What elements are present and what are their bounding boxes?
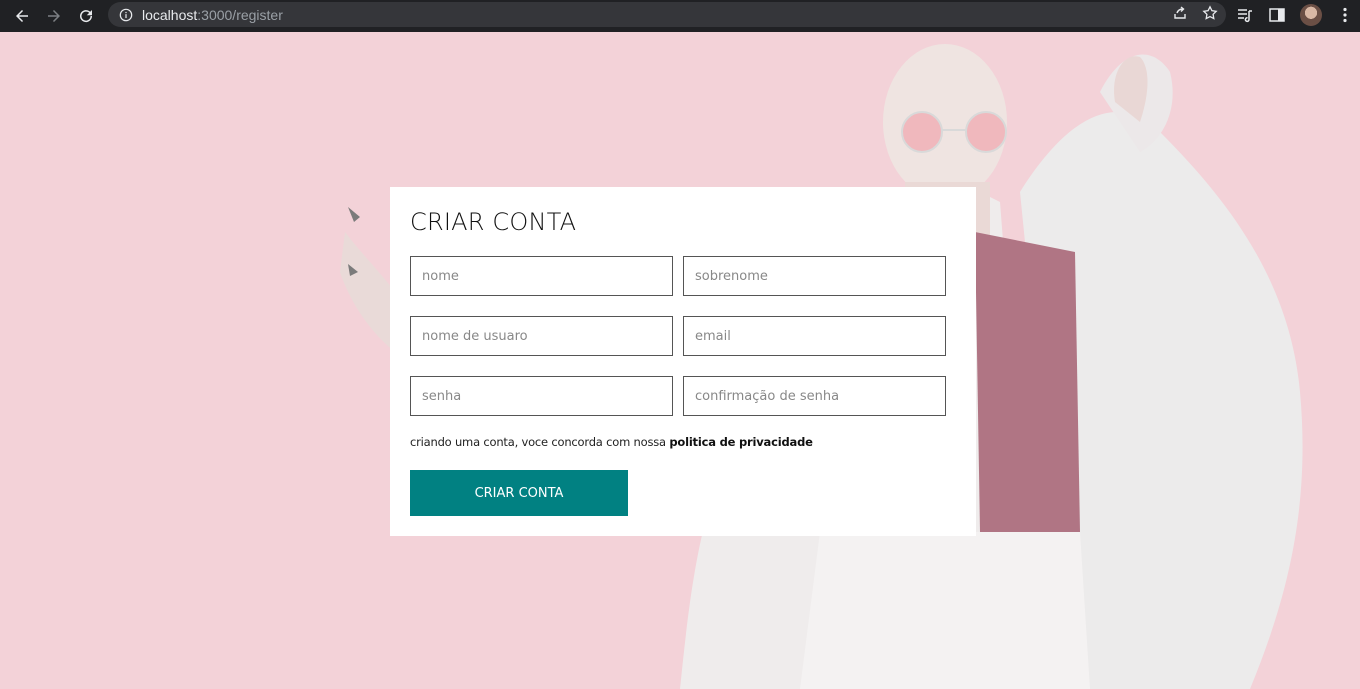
privacy-policy-link[interactable]: politica de privacidade [669,435,813,449]
forward-button[interactable] [38,2,70,30]
reload-icon [80,10,93,23]
password-input[interactable] [410,376,673,416]
address-bar[interactable]: localhost:3000/register [108,2,1226,27]
menu-kebab-icon[interactable] [1336,6,1354,24]
back-arrow-icon [16,10,28,22]
first-name-input[interactable] [410,256,673,296]
agreement-prefix: criando uma conta, voce concorda com nos… [410,435,670,449]
reading-list-icon[interactable] [1236,6,1254,24]
side-panel-icon[interactable] [1268,6,1286,24]
browser-toolbar: localhost:3000/register [0,0,1360,32]
share-icon[interactable] [1172,5,1188,21]
forward-arrow-icon [48,10,60,22]
username-input[interactable] [410,316,673,356]
password-confirm-input[interactable] [683,376,946,416]
email-input[interactable] [683,316,946,356]
last-name-input[interactable] [683,256,946,296]
bookmark-star-icon[interactable] [1202,5,1218,21]
create-account-button[interactable]: CRIAR CONTA [410,470,628,516]
url-text: localhost:3000/register [142,7,283,23]
site-info-icon[interactable] [118,7,134,23]
reload-button[interactable] [70,2,102,30]
url-host: localhost [142,6,198,23]
agreement-text: criando uma conta, voce concorda com nos… [410,435,813,449]
page-background: CRIAR CONTA criando uma conta, voce conc… [0,32,1360,689]
back-button[interactable] [6,2,38,30]
form-title: CRIAR CONTA [410,208,577,236]
register-card: CRIAR CONTA criando uma conta, voce conc… [390,187,976,536]
url-path: :3000/register [197,6,283,23]
profile-avatar[interactable] [1300,4,1322,26]
